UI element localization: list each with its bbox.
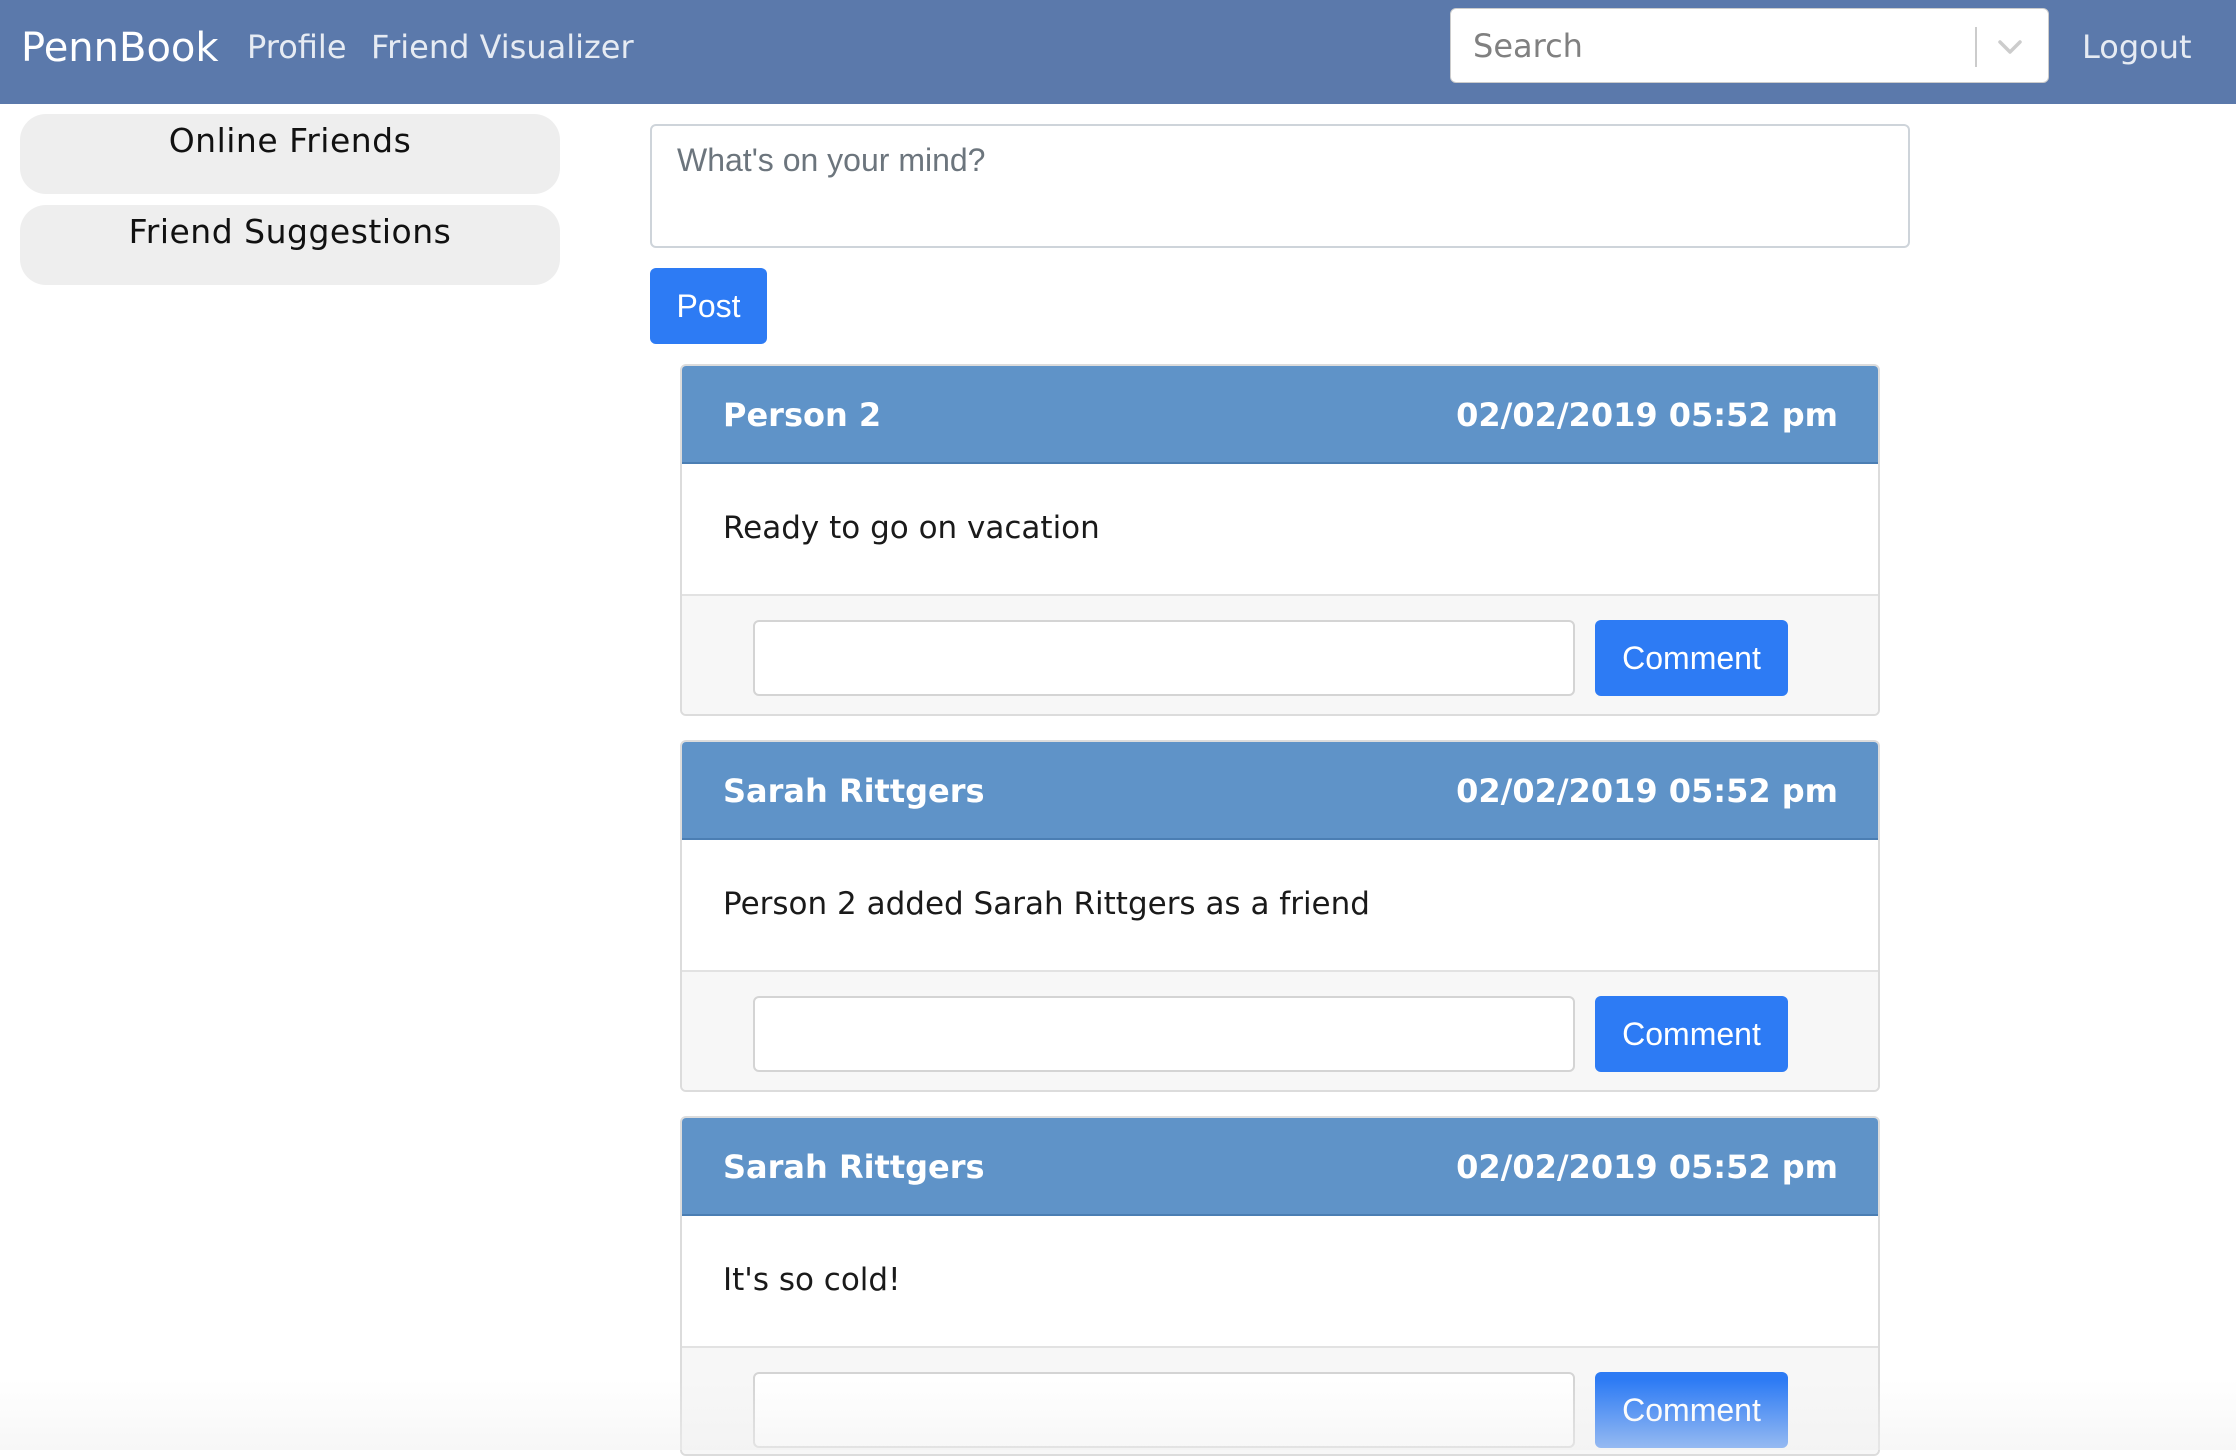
comment-input[interactable] [753,1372,1575,1448]
post-timestamp: 02/02/2019 05:52 pm [1456,772,1838,810]
post-author[interactable]: Sarah Rittgers [723,1145,985,1189]
brand-logo[interactable]: PennBook [21,20,219,76]
post-header: Person 2 02/02/2019 05:52 pm [682,366,1878,464]
sidebar-item-label: Friend Suggestions [128,212,452,251]
post-text: Person 2 added Sarah Rittgers as a frien… [723,886,1370,922]
comment-input[interactable] [753,620,1575,696]
comment-button[interactable]: Comment [1595,996,1788,1072]
post-footer: Comment [682,970,1878,1090]
post-text: Ready to go on vacation [723,510,1100,546]
post-timestamp: 02/02/2019 05:52 pm [1456,1148,1838,1186]
search-separator [1975,27,1977,67]
sidebar-item-friend-suggestions[interactable]: Friend Suggestions [20,205,560,285]
status-textarea[interactable] [650,124,1910,248]
post-timestamp: 02/02/2019 05:52 pm [1456,396,1838,434]
post-card: Person 2 02/02/2019 05:52 pm Ready to go… [680,364,1880,716]
post-body: It's so cold! [682,1216,1878,1346]
logout-link[interactable]: Logout [2082,24,2192,70]
post-footer: Comment [682,594,1878,714]
post-body: Person 2 added Sarah Rittgers as a frien… [682,840,1878,970]
post-header: Sarah Rittgers 02/02/2019 05:52 pm [682,1118,1878,1216]
post-header: Sarah Rittgers 02/02/2019 05:52 pm [682,742,1878,840]
post-author[interactable]: Person 2 [723,393,881,437]
search-select[interactable]: Search [1450,8,2049,83]
search-input[interactable]: Search [1473,24,1583,68]
comment-button[interactable]: Comment [1595,620,1788,696]
post-footer: Comment [682,1346,1878,1454]
post-button[interactable]: Post [650,268,767,344]
nav-link-friend-visualizer[interactable]: Friend Visualizer [371,24,634,70]
sidebar-item-online-friends[interactable]: Online Friends [20,114,560,194]
post-card: Sarah Rittgers 02/02/2019 05:52 pm Perso… [680,740,1880,1092]
comment-input[interactable] [753,996,1575,1072]
comment-button[interactable]: Comment [1595,1372,1788,1448]
chevron-down-icon[interactable] [1994,33,2026,61]
sidebar-item-label: Online Friends [168,121,412,160]
post-body: Ready to go on vacation [682,464,1878,594]
post-card: Sarah Rittgers 02/02/2019 05:52 pm It's … [680,1116,1880,1456]
post-text: It's so cold! [723,1262,901,1298]
nav-link-profile[interactable]: Profile [247,24,347,70]
post-author[interactable]: Sarah Rittgers [723,769,985,813]
top-navbar: PennBook Profile Friend Visualizer Searc… [0,0,2236,104]
